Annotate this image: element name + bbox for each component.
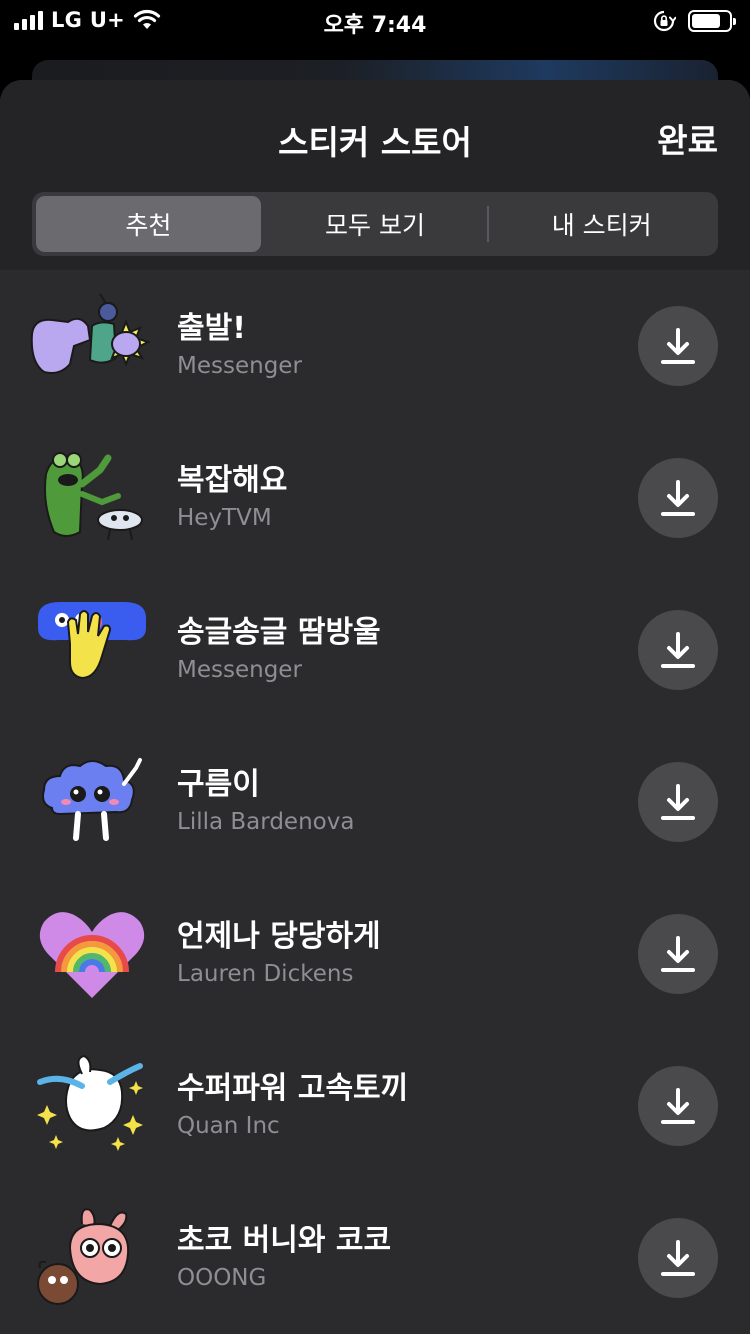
battery-icon [688,10,736,32]
download-button[interactable] [638,914,718,994]
done-button[interactable]: 완료 [657,114,718,162]
list-item[interactable]: 구름이 Lilla Bardenova [0,726,750,878]
download-button[interactable] [638,762,718,842]
sweat-drop-hand-sticker-icon [38,602,146,680]
download-icon [661,936,695,972]
pack-author: Lilla Bardenova [177,809,355,835]
download-icon [661,1240,695,1276]
tab-view-all[interactable]: 모두 보기 [263,196,488,252]
download-button[interactable] [638,306,718,386]
sparkle-bunny-sticker-icon [37,1054,143,1151]
list-item[interactable]: 출발! Messenger [0,270,750,422]
download-button[interactable] [638,458,718,538]
sticker-store-sheet: 스티커 스토어 완료 추천 모두 보기 내 스티커 출발! Messenger [0,80,750,1334]
tab-recommended[interactable]: 추천 [36,196,261,252]
sticker-pack-list: 출발! Messenger 복잡해요 HeyTVM 송글송글 땀방울 Messe… [0,270,750,1334]
pack-author: Messenger [177,353,302,379]
pack-name: 송글송글 땀방울 [177,615,381,650]
rainbow-heart-sticker-icon [39,912,145,998]
rotation-lock-icon [653,10,676,32]
pack-author: OOONG [177,1265,267,1291]
pack-author: Messenger [177,657,302,683]
pack-name: 출발! [177,311,246,346]
choco-bunny-sticker-icon [37,1208,130,1305]
list-item[interactable]: 초코 버니와 코코 OOONG [0,1182,750,1334]
sheet-header: 스티커 스토어 완료 추천 모두 보기 내 스티커 [0,80,750,270]
download-button[interactable] [638,1066,718,1146]
cloud-character-sticker-icon [42,758,142,841]
pack-name: 구름이 [177,767,260,802]
list-item[interactable]: 언제나 당당하게 Lauren Dickens [0,878,750,1030]
flexing-arm-sticker-icon [30,293,151,374]
segmented-control: 추천 모두 보기 내 스티커 [32,192,718,256]
download-icon [661,632,695,668]
pack-author: Quan Inc [177,1113,280,1139]
download-button[interactable] [638,610,718,690]
pack-name: 복잡해요 [177,463,288,498]
download-icon [661,784,695,820]
tab-my-stickers[interactable]: 내 스티커 [489,196,714,252]
page-title: 스티커 스토어 [278,123,472,162]
download-button[interactable] [638,1218,718,1298]
list-item[interactable]: 송글송글 땀방울 Messenger [0,574,750,726]
pack-author: Lauren Dickens [177,961,354,987]
list-item[interactable]: 수퍼파워 고속토끼 Quan Inc [0,1030,750,1182]
download-icon [661,1088,695,1124]
pack-name: 초코 버니와 코코 [177,1223,392,1258]
status-bar: LG U+ 오후 7:44 [0,0,750,42]
download-icon [661,480,695,516]
download-icon [661,328,695,364]
pack-author: HeyTVM [177,505,272,531]
pack-name: 언제나 당당하게 [177,919,381,954]
status-time: 오후 7:44 [323,13,427,38]
list-item[interactable]: 복잡해요 HeyTVM [0,422,750,574]
pack-name: 수퍼파워 고속토끼 [177,1071,409,1106]
cactus-sticker-icon [44,452,143,541]
